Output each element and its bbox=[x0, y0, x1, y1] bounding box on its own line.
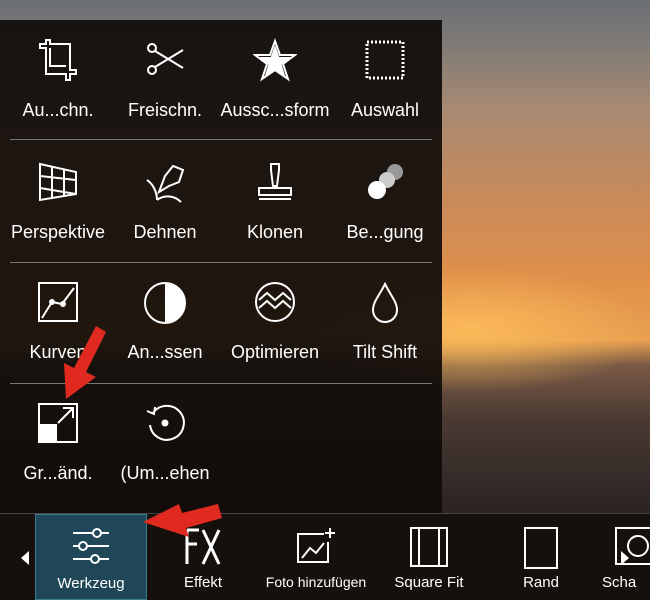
bottom-toolbar: Werkzeug Effekt Foto hinzufügen Square F… bbox=[0, 513, 650, 600]
tool-curves[interactable]: Kurven bbox=[3, 262, 113, 382]
tools-row-1: Au...chn. Freischn. Aussc...sform Auswah… bbox=[0, 20, 442, 140]
tool-selection[interactable]: Auswahl bbox=[330, 20, 440, 140]
toolbar-add-photo[interactable]: Foto hinzufügen bbox=[260, 514, 372, 600]
resize-icon bbox=[38, 403, 78, 443]
toolbar-rand[interactable]: Rand bbox=[485, 514, 597, 600]
tools-row-3: Kurven An...ssen Optimieren Tilt Shift bbox=[0, 262, 442, 382]
drop-icon bbox=[371, 281, 399, 323]
perspective-icon bbox=[39, 162, 77, 202]
tool-tilt-shift[interactable]: Tilt Shift bbox=[330, 262, 440, 382]
border-icon bbox=[524, 527, 558, 569]
toolbar-effekt[interactable]: Effekt bbox=[147, 514, 259, 600]
tools-row-2: Perspektive Dehnen Klonen Be...gung bbox=[0, 142, 442, 262]
square-fit-icon bbox=[410, 527, 448, 567]
add-photo-icon bbox=[297, 528, 335, 563]
tools-row-4: Gr...änd. (Um...ehen bbox=[0, 383, 442, 503]
tool-crop[interactable]: Au...chn. bbox=[3, 20, 113, 140]
fx-icon bbox=[185, 528, 221, 565]
tool-freecut[interactable]: Freischn. bbox=[110, 20, 220, 140]
toolbar-square-fit[interactable]: Square Fit bbox=[373, 514, 485, 600]
tools-panel: Au...chn. Freischn. Aussc...sform Auswah… bbox=[0, 20, 442, 513]
sliders-icon bbox=[73, 528, 109, 564]
stretch-icon bbox=[146, 164, 185, 203]
adjust-icon bbox=[144, 282, 186, 324]
toolbar-schatten[interactable]: Scha bbox=[598, 514, 650, 600]
tool-stretch[interactable]: Dehnen bbox=[110, 142, 220, 262]
selection-icon bbox=[365, 40, 405, 80]
shadow-icon bbox=[615, 527, 650, 565]
crop-icon bbox=[39, 39, 77, 81]
stamp-icon bbox=[258, 163, 292, 200]
toolbar-werkzeug[interactable]: Werkzeug bbox=[35, 514, 147, 600]
tool-resize[interactable]: Gr...änd. bbox=[3, 383, 113, 503]
scroll-left-icon[interactable] bbox=[21, 551, 31, 565]
motion-icon bbox=[368, 164, 403, 199]
tool-adjust[interactable]: An...ssen bbox=[110, 262, 220, 382]
divider bbox=[10, 139, 432, 140]
tool-perspective[interactable]: Perspektive bbox=[3, 142, 113, 262]
star-icon bbox=[253, 38, 297, 82]
tool-optimize[interactable]: Optimieren bbox=[220, 262, 330, 382]
rotate-icon bbox=[146, 404, 185, 441]
optimize-icon bbox=[255, 282, 295, 322]
tool-rotate[interactable]: (Um...ehen bbox=[110, 383, 220, 503]
tool-cutout-shape[interactable]: Aussc...sform bbox=[220, 20, 330, 140]
tool-motion[interactable]: Be...gung bbox=[330, 142, 440, 262]
scissors-icon bbox=[147, 43, 184, 75]
curves-icon bbox=[38, 282, 78, 322]
tool-clone[interactable]: Klonen bbox=[220, 142, 330, 262]
